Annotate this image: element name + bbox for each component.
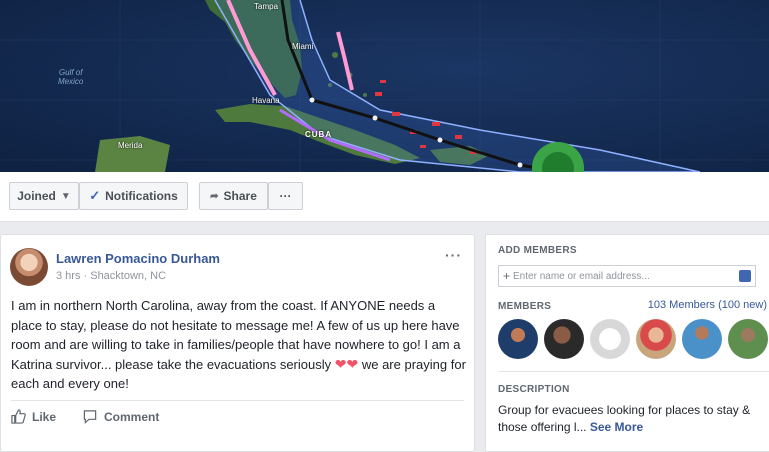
member-avatar[interactable] <box>682 319 722 359</box>
member-avatar[interactable] <box>498 319 538 359</box>
share-arrow-icon: ➦ <box>210 190 219 202</box>
add-members-heading: ADD MEMBERS <box>498 245 577 256</box>
checkmark-icon: ✓ <box>89 188 101 203</box>
notifications-button[interactable]: ✓ Notifications <box>79 182 188 210</box>
description-heading: DESCRIPTION <box>498 384 570 395</box>
plus-icon: + <box>503 269 511 283</box>
member-avatar[interactable] <box>544 319 584 359</box>
post-body: I am in northern North Carolina, away fr… <box>11 296 467 394</box>
heart-emoji-icon: ❤❤ <box>334 355 359 372</box>
group-cover-map[interactable]: Tampa Miami Gulf of Mexico Havana CUBA M… <box>0 0 769 172</box>
member-avatar[interactable] <box>590 319 630 359</box>
group-action-bar: Joined ▼ ✓ Notifications ➦ Share ··· <box>0 172 769 222</box>
post-options-button[interactable]: ··· <box>445 247 462 263</box>
share-button[interactable]: ➦ Share <box>199 182 268 210</box>
hurricane-map-graphic <box>0 0 769 172</box>
member-avatar[interactable] <box>728 319 768 359</box>
group-description: Group for evacuees looking for places to… <box>498 402 764 436</box>
add-members-placeholder: Enter name or email address... <box>513 270 650 282</box>
like-button[interactable]: Like <box>11 409 56 424</box>
members-count-link[interactable]: 103 Members (100 new) <box>648 299 767 311</box>
map-label-cuba: CUBA <box>305 130 333 139</box>
joined-button[interactable]: Joined ▼ <box>9 182 79 210</box>
group-sidebar: ADD MEMBERS + Enter name or email addres… <box>485 234 769 452</box>
caret-down-icon: ▼ <box>60 190 71 202</box>
map-label-gulf-of-mexico: Gulf of Mexico <box>58 68 84 86</box>
joined-label: Joined <box>17 189 56 203</box>
comment-button[interactable]: Comment <box>82 409 159 424</box>
map-label-miami: Miami <box>292 42 314 51</box>
map-label-havana: Havana <box>252 96 280 105</box>
notifications-label: Notifications <box>105 189 178 203</box>
map-label-merida: Merida <box>118 141 143 150</box>
post-meta: 3 hrs · Shacktown, NC <box>56 270 167 282</box>
post-card: Lawren Pomacino Durham 3 hrs · Shacktown… <box>0 234 475 452</box>
members-heading: MEMBERS <box>498 301 552 312</box>
thumbs-up-icon <box>11 409 26 424</box>
comment-bubble-icon <box>83 410 97 424</box>
author-avatar[interactable] <box>10 248 48 286</box>
share-label: Share <box>223 189 257 203</box>
add-members-input[interactable]: + Enter name or email address... <box>498 265 756 287</box>
see-more-link[interactable]: See More <box>590 420 643 434</box>
post-divider <box>11 400 464 401</box>
map-label-tampa: Tampa <box>254 2 279 11</box>
contact-card-icon[interactable] <box>739 270 751 282</box>
comment-label: Comment <box>104 409 160 424</box>
post-author-name[interactable]: Lawren Pomacino Durham <box>56 251 220 266</box>
more-options-button[interactable]: ··· <box>268 182 303 210</box>
post-actions: Like Comment <box>11 409 159 424</box>
sidebar-divider <box>498 371 769 372</box>
like-label: Like <box>32 409 57 424</box>
more-options-label: ··· <box>279 189 292 203</box>
member-avatar[interactable] <box>636 319 676 359</box>
